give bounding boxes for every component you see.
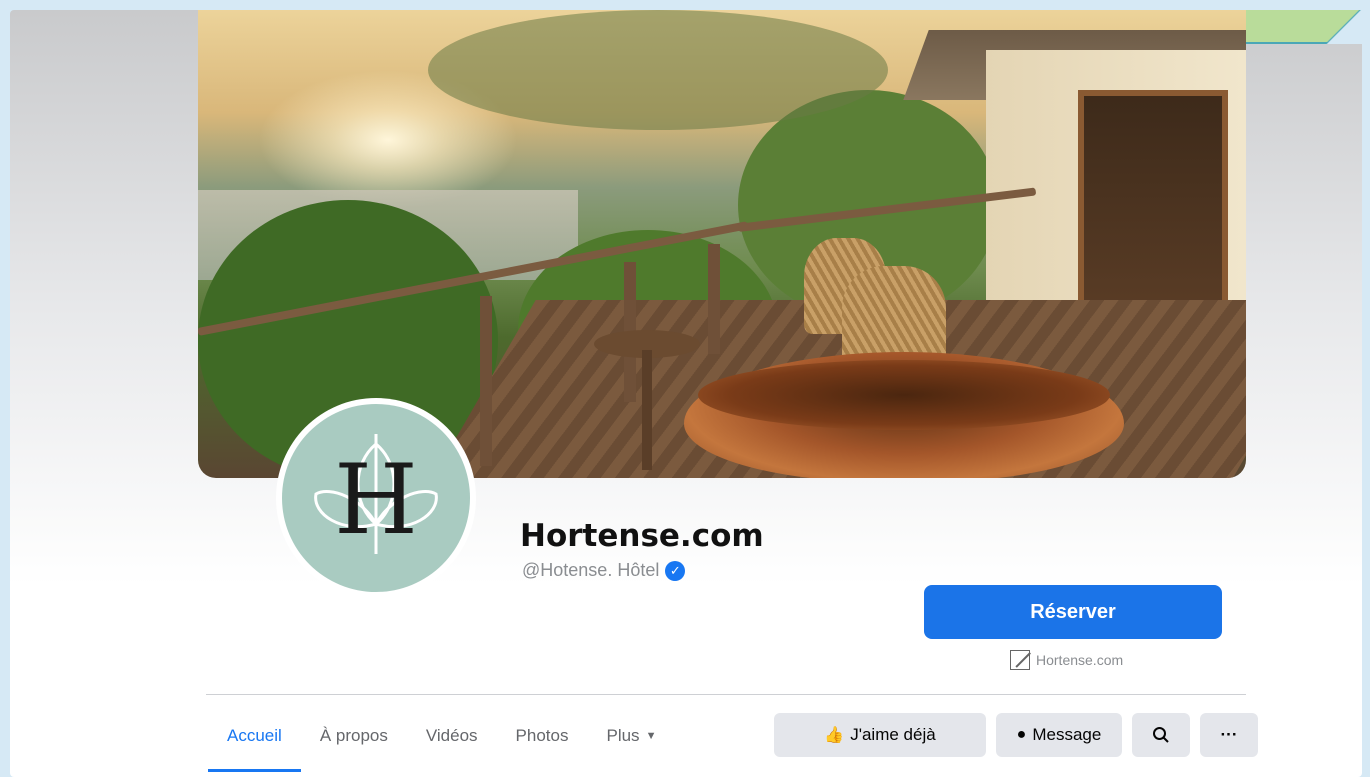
tab-label: Plus — [606, 726, 640, 745]
avatar-letter: H — [334, 444, 418, 556]
tab-a-propos[interactable]: À propos — [301, 714, 407, 758]
like-button[interactable]: 👍 J'aime déjà — [774, 713, 986, 757]
like-label: J'aime déjà — [850, 725, 936, 744]
website-text: Hortense.com — [1036, 652, 1124, 668]
tab-label: Accueil — [227, 726, 282, 745]
messenger-icon: ● — [1016, 726, 1027, 743]
message-label: Message — [1032, 725, 1102, 744]
canopy — [428, 10, 888, 130]
railing-post — [480, 296, 492, 466]
tab-label: À propos — [319, 726, 388, 745]
more-icon: ··· — [1220, 725, 1238, 744]
tab-photos[interactable]: Photos — [497, 714, 588, 758]
bathtub-rim — [698, 360, 1110, 430]
search-icon — [1153, 727, 1169, 743]
message-button[interactable]: ● Message — [996, 713, 1122, 757]
website-link[interactable]: Hortense.com — [1010, 650, 1123, 670]
side-table-leg — [642, 350, 652, 470]
verified-badge-icon: ✓ — [665, 560, 686, 581]
page-actions: 👍 J'aime déjà ● Message ··· — [774, 713, 1258, 757]
railing-post — [708, 244, 720, 354]
external-link-icon — [1010, 650, 1030, 670]
page-tabs: Accueil À propos Vidéos Photos Plus ▼ — [208, 714, 675, 772]
tab-label: Photos — [515, 726, 569, 745]
handle-text: @Hotense. Hôtel — [522, 560, 660, 580]
thumbs-up-icon: 👍 — [824, 727, 845, 744]
tab-videos[interactable]: Vidéos — [407, 714, 497, 758]
tab-accueil[interactable]: Accueil — [208, 714, 301, 772]
caret-down-icon: ▼ — [645, 730, 657, 742]
page-title: Hortense.com — [520, 518, 764, 554]
page-handle: @Hotense. Hôtel ✓ — [522, 560, 686, 581]
more-button[interactable]: ··· — [1200, 713, 1258, 757]
tab-plus[interactable]: Plus ▼ — [587, 714, 675, 758]
search-button[interactable] — [1132, 713, 1190, 757]
divider — [206, 694, 1246, 695]
profile-avatar[interactable]: H — [276, 398, 476, 598]
tab-label: Vidéos — [425, 726, 478, 745]
avatar-logo: H — [282, 404, 470, 592]
reserve-button[interactable]: Réserver — [924, 585, 1222, 639]
